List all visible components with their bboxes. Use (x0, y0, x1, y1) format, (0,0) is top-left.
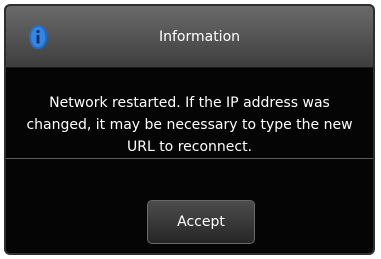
divider (6, 158, 373, 159)
accept-button[interactable]: Accept (147, 200, 255, 244)
dialog-titlebar: Information (6, 6, 373, 68)
information-dialog: Information Network restarted. If the IP… (4, 4, 375, 255)
dialog-title: Information (158, 29, 241, 45)
dialog-message: Network restarted. If the IP address was… (26, 95, 353, 155)
